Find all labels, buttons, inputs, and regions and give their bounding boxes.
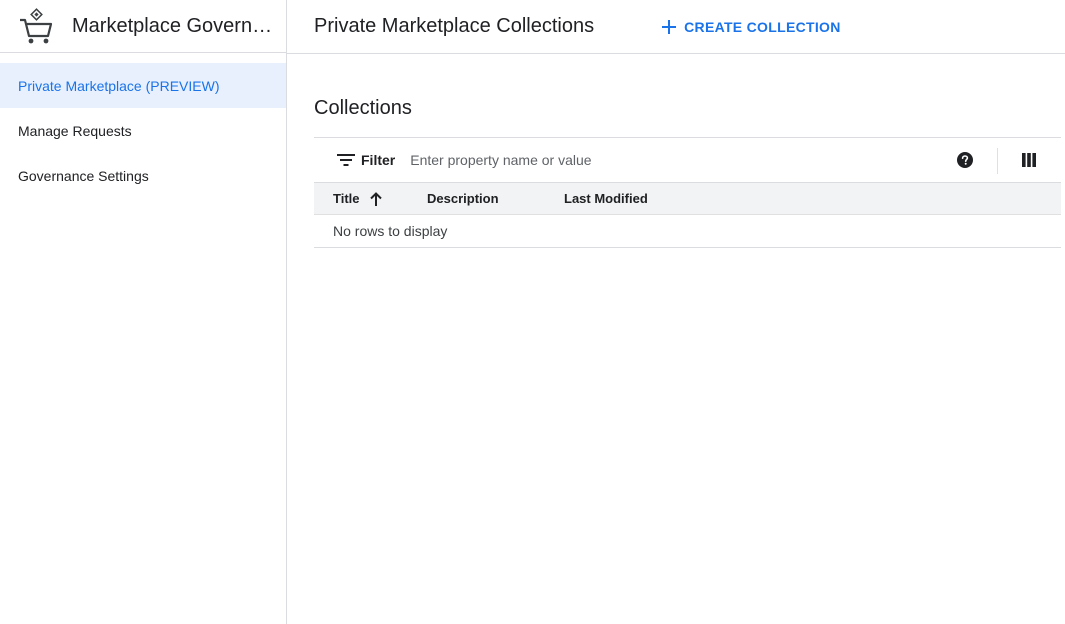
empty-table-message: No rows to display (314, 215, 1061, 248)
create-collection-button[interactable]: CREATE COLLECTION (662, 19, 841, 35)
sidebar-item-label: Manage Requests (18, 122, 132, 139)
sidebar: Marketplace Governa… Private Marketplace… (0, 0, 287, 624)
page-header: Private Marketplace Collections CREATE C… (287, 0, 1065, 54)
filter-icon[interactable] (337, 153, 355, 167)
shopping-cart-icon (18, 6, 54, 46)
create-collection-label: CREATE COLLECTION (684, 18, 841, 35)
column-header-description[interactable]: Description (427, 191, 564, 206)
sidebar-item-label: Governance Settings (18, 167, 149, 184)
sidebar-item-label: Private Marketplace (PREVIEW) (18, 77, 220, 94)
filter-bar: Filter (314, 137, 1061, 183)
sidebar-item-manage-requests[interactable]: Manage Requests (0, 108, 286, 153)
column-header-label: Title (333, 191, 360, 206)
section-title: Collections (314, 97, 412, 119)
column-display-icon[interactable] (1022, 153, 1036, 167)
brand-header: Marketplace Governa… (0, 0, 286, 53)
help-icon[interactable] (957, 152, 973, 168)
column-header-label: Last Modified (564, 191, 648, 206)
page-title: Private Marketplace Collections (314, 15, 595, 37)
sidebar-item-private-marketplace[interactable]: Private Marketplace (PREVIEW) (0, 63, 286, 108)
toolbar-divider (997, 148, 998, 174)
main-content: Collections Filter Enter property name o… (314, 54, 1061, 248)
app-title: Marketplace Governa… (72, 14, 282, 37)
filter-input[interactable] (410, 152, 911, 168)
sort-ascending-icon[interactable] (369, 191, 382, 206)
column-header-label: Description (427, 191, 499, 206)
column-header-last-modified[interactable]: Last Modified (564, 191, 648, 206)
filter-label: Filter (361, 152, 396, 168)
plus-icon (662, 19, 677, 34)
app-root: Marketplace Governa… Private Marketplace… (0, 0, 1065, 624)
column-header-title[interactable]: Title (333, 191, 427, 206)
sidebar-nav: Private Marketplace (PREVIEW) Manage Req… (0, 53, 286, 198)
sidebar-item-governance-settings[interactable]: Governance Settings (0, 153, 286, 198)
table-header: Title Description Last Modified (314, 183, 1061, 215)
